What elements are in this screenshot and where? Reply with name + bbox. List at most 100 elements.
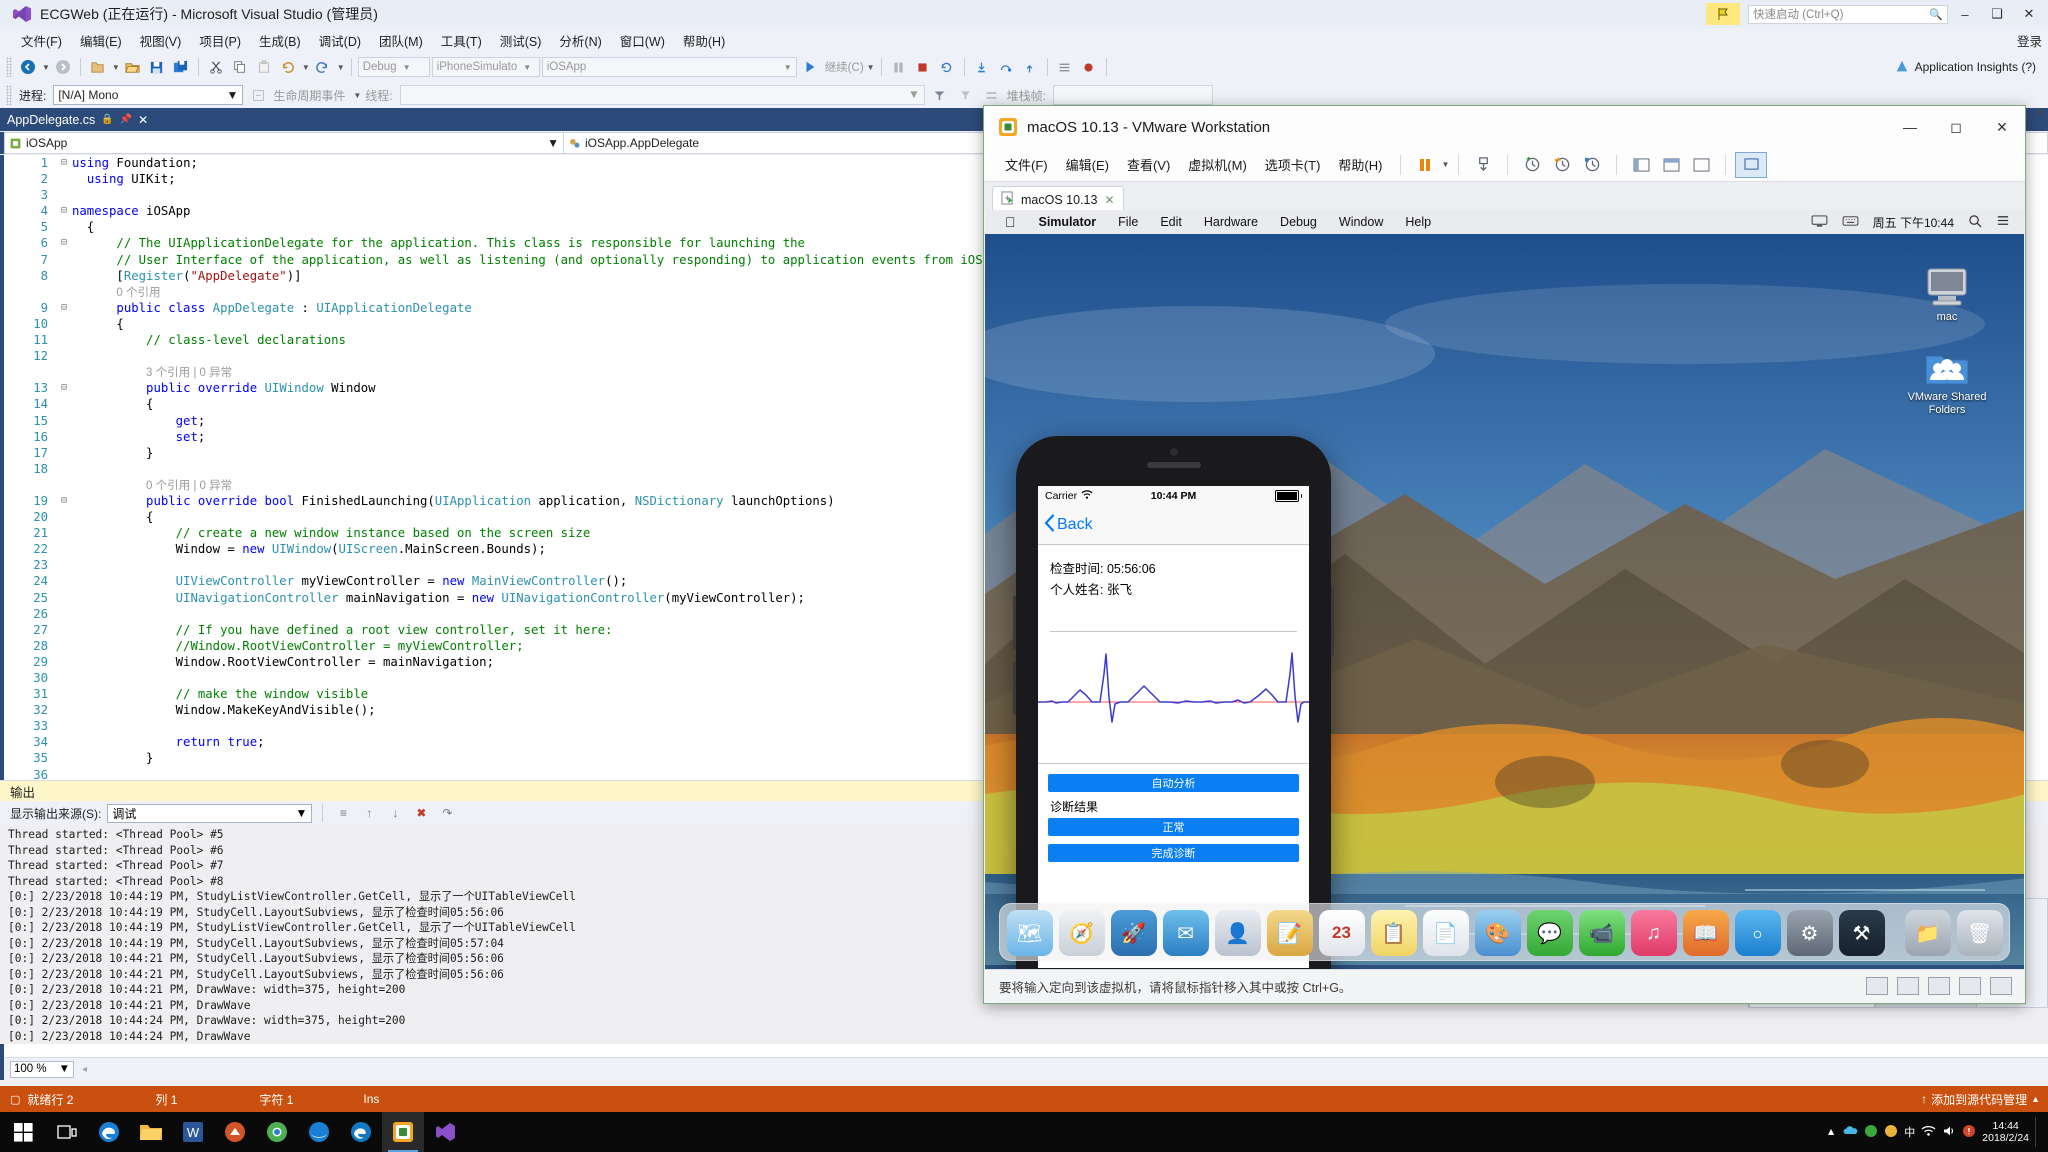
ios-simulator-device[interactable]: Carrier 10:44 PM Back 检查时间: 05:56:06 个人姓… xyxy=(1013,436,1334,969)
console-view-icon[interactable] xyxy=(1686,153,1716,177)
taskbar-ie-icon[interactable] xyxy=(298,1112,340,1152)
taskbar-file-explorer-icon[interactable] xyxy=(130,1112,172,1152)
breakpoint-icon[interactable] xyxy=(1078,56,1100,78)
fold-toggle-icon[interactable]: ⊟ xyxy=(56,155,72,171)
dock-downloads-icon[interactable]: 📁 xyxy=(1904,910,1951,956)
fold-toggle-icon[interactable] xyxy=(56,606,72,622)
apple-logo-icon[interactable]:  xyxy=(1001,214,1028,230)
vmware-maximize-button[interactable]: ◻ xyxy=(1933,106,1979,148)
printer-status-icon[interactable] xyxy=(1990,977,2012,995)
vm-screen[interactable]:  Simulator File Edit Hardware Debug Win… xyxy=(985,210,2024,969)
show-library-icon[interactable] xyxy=(1626,153,1656,177)
menu-test[interactable]: 测试(S) xyxy=(491,28,551,53)
fold-toggle-icon[interactable] xyxy=(56,284,72,300)
startup-project-combo[interactable]: iOSApp ▼ xyxy=(541,57,797,77)
quick-launch-input[interactable]: 快速启动 (Ctrl+Q) 🔍 xyxy=(1748,4,1948,24)
redo-caret-icon[interactable]: ▼ xyxy=(337,63,345,72)
restart-debug-icon[interactable] xyxy=(936,56,958,78)
diagnosis-result-value[interactable]: 正常 xyxy=(1048,818,1299,836)
menu-tools[interactable]: 工具(T) xyxy=(432,28,491,53)
volume-up-button[interactable] xyxy=(1013,596,1016,650)
dock-notes-icon[interactable]: 📝 xyxy=(1266,910,1313,956)
snapshot-icon[interactable] xyxy=(1468,153,1498,177)
fold-toggle-icon[interactable] xyxy=(56,477,72,493)
step-into-icon[interactable] xyxy=(971,56,993,78)
restore-button[interactable]: ❑ xyxy=(1982,1,2012,27)
save-icon[interactable] xyxy=(146,56,168,78)
stop-debug-icon[interactable] xyxy=(912,56,934,78)
ios-back-button[interactable]: Back xyxy=(1044,513,1093,537)
dock-pages-icon[interactable]: 📄 xyxy=(1422,910,1469,956)
fold-toggle-icon[interactable]: ⊟ xyxy=(56,380,72,396)
fold-toggle-icon[interactable]: ⊟ xyxy=(56,493,72,509)
dock-messages-icon[interactable]: 💬 xyxy=(1526,910,1573,956)
navigate-back-caret-icon[interactable]: ▼ xyxy=(42,63,50,72)
vmware-menu-view[interactable]: 查看(V) xyxy=(1118,151,1179,178)
tray-volume-icon[interactable] xyxy=(1942,1125,1956,1140)
auto-analyze-button[interactable]: 自动分析 xyxy=(1048,774,1299,792)
fold-toggle-icon[interactable] xyxy=(56,734,72,750)
dock-ibooks-icon[interactable]: 📖 xyxy=(1682,910,1729,956)
toolbar-grip[interactable] xyxy=(6,57,12,77)
dock-mail-icon[interactable]: ✉ xyxy=(1162,910,1209,956)
snapshot-manager-icon[interactable] xyxy=(1577,153,1607,177)
taskbar-word-icon[interactable]: W xyxy=(172,1112,214,1152)
volume-down-button[interactable] xyxy=(1013,661,1016,715)
fold-toggle-icon[interactable] xyxy=(56,316,72,332)
notification-center-icon[interactable] xyxy=(1996,214,2010,231)
ime-indicator[interactable]: 中 xyxy=(1904,1124,1915,1140)
menu-debug[interactable]: 调试(D) xyxy=(310,28,370,53)
show-thumbnail-icon[interactable] xyxy=(1656,153,1686,177)
dock-facetime-icon[interactable]: 📹 xyxy=(1578,910,1625,956)
docked-panel-close-icon[interactable]: ✕ xyxy=(2034,105,2048,119)
close-button[interactable]: ✕ xyxy=(2014,1,2044,27)
fold-toggle-icon[interactable] xyxy=(56,429,72,445)
solution-config-combo[interactable]: Debug ▼ xyxy=(357,57,430,77)
power-button[interactable] xyxy=(1331,586,1334,656)
fold-toggle-icon[interactable] xyxy=(56,171,72,187)
dock-appstore-icon[interactable]: ￮ xyxy=(1734,910,1781,956)
macos-menu-file[interactable]: File xyxy=(1107,215,1149,229)
zoom-combo[interactable]: 100 % ▼ xyxy=(10,1060,74,1078)
fold-toggle-icon[interactable] xyxy=(56,445,72,461)
fold-toggle-icon[interactable] xyxy=(56,670,72,686)
fold-toggle-icon[interactable] xyxy=(56,348,72,364)
undo-caret-icon[interactable]: ▼ xyxy=(302,63,310,72)
fold-toggle-icon[interactable] xyxy=(56,219,72,235)
notifications-flag-button[interactable] xyxy=(1706,3,1740,25)
fold-toggle-icon[interactable]: ⊟ xyxy=(56,235,72,251)
screen-mirroring-icon[interactable] xyxy=(1811,214,1828,230)
tray-app-icon-1[interactable] xyxy=(1864,1124,1878,1141)
fold-toggle-icon[interactable] xyxy=(56,187,72,203)
fold-toggle-icon[interactable] xyxy=(56,332,72,348)
dock-contacts-icon[interactable]: 👤 xyxy=(1214,910,1261,956)
minimize-button[interactable]: – xyxy=(1950,1,1980,27)
take-snapshot-icon[interactable] xyxy=(1517,153,1547,177)
fold-toggle-icon[interactable] xyxy=(56,654,72,670)
menu-help[interactable]: 帮助(H) xyxy=(674,28,734,53)
revert-snapshot-icon[interactable] xyxy=(1547,153,1577,177)
macos-menu-debug[interactable]: Debug xyxy=(1269,215,1328,229)
pin-icon[interactable]: 📌 xyxy=(120,114,132,125)
navigate-back-icon[interactable] xyxy=(17,56,39,78)
process-combo[interactable]: [N/A] Mono ▼ xyxy=(53,85,244,105)
vmware-minimize-button[interactable]: — xyxy=(1887,106,1933,148)
fold-toggle-icon[interactable] xyxy=(56,525,72,541)
fold-toggle-icon[interactable] xyxy=(56,686,72,702)
fold-toggle-icon[interactable] xyxy=(56,557,72,573)
tray-app-icon-2[interactable] xyxy=(1884,1124,1898,1141)
macos-menu-help[interactable]: Help xyxy=(1394,215,1442,229)
taskbar-edge-icon-2[interactable] xyxy=(340,1112,382,1152)
suspend-vm-icon[interactable] xyxy=(1410,153,1440,177)
save-all-icon[interactable] xyxy=(170,56,192,78)
fold-toggle-icon[interactable] xyxy=(56,590,72,606)
suspend-caret-icon[interactable]: ▼ xyxy=(1441,160,1449,169)
fold-toggle-icon[interactable] xyxy=(56,509,72,525)
output-source-combo[interactable]: 调试 ▼ xyxy=(107,803,313,823)
app-insights-icon[interactable] xyxy=(1891,56,1913,78)
pause-icon[interactable] xyxy=(888,56,910,78)
finish-diagnosis-button[interactable]: 完成诊断 xyxy=(1048,844,1299,862)
dock-safari-icon[interactable]: 🧭 xyxy=(1058,910,1105,956)
fold-toggle-icon[interactable] xyxy=(56,750,72,766)
fullscreen-icon[interactable] xyxy=(1735,151,1768,178)
